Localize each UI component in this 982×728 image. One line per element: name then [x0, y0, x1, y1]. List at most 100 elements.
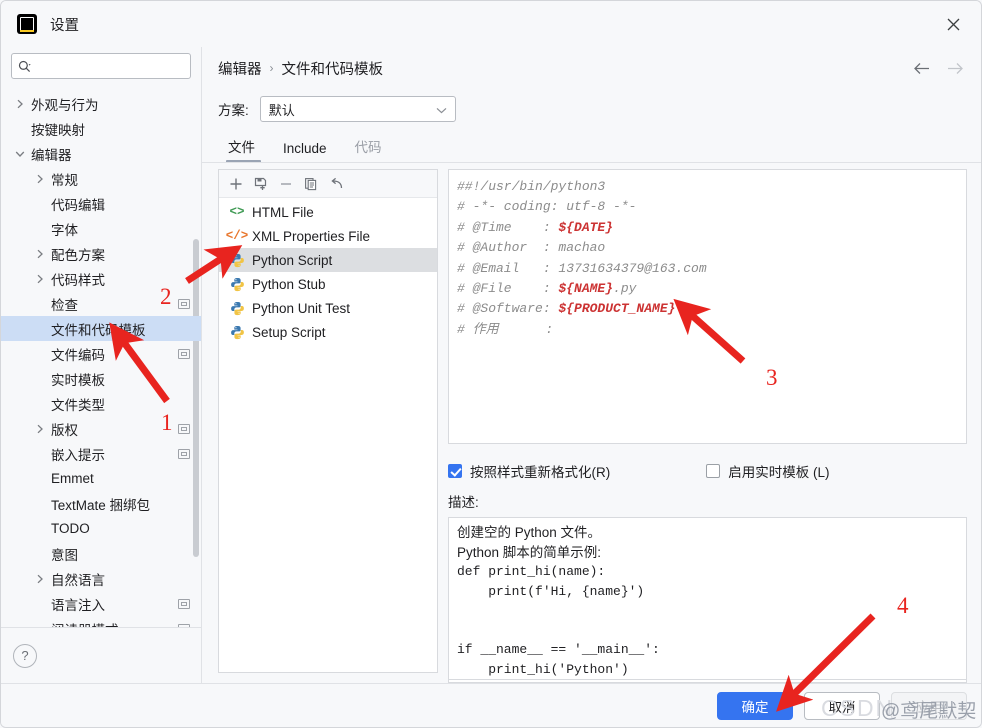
ok-button[interactable]: 确定 — [717, 691, 793, 720]
search-input[interactable] — [34, 58, 184, 74]
template-item-2[interactable]: Python Script — [219, 248, 437, 272]
tab-0[interactable]: 文件 — [218, 136, 269, 163]
template-item-0[interactable]: <> HTML File — [219, 200, 437, 224]
sidebar-item-7[interactable]: 代码样式 — [1, 266, 201, 291]
copy-setting-icon[interactable] — [178, 623, 190, 627]
sidebar-item-13[interactable]: 版权 — [1, 416, 201, 441]
sidebar-item-2[interactable]: 编辑器 — [1, 141, 201, 166]
description-line-5 — [457, 621, 956, 641]
sidebar-item-14[interactable]: 嵌入提示 — [1, 441, 201, 466]
copy-setting-icon[interactable] — [178, 348, 190, 359]
copy-setting-icon[interactable] — [178, 298, 190, 309]
sidebar-item-4[interactable]: 代码编辑 — [1, 191, 201, 216]
description-line-2: def print_hi(name): — [457, 564, 606, 579]
chevron-right-icon[interactable] — [33, 274, 47, 284]
sidebar-item-8[interactable]: 检查 — [1, 291, 201, 316]
dialog-content: 外观与行为 按键映射 编辑器 常规 代码编辑 字体 配色方案 代码样式 检查 文件和代码模板 文件编… — [1, 47, 981, 683]
close-icon[interactable] — [939, 10, 967, 38]
sidebar-item-5[interactable]: 字体 — [1, 216, 201, 241]
arrow-right-icon[interactable] — [943, 56, 967, 80]
list-editor-divider[interactable] — [438, 169, 448, 683]
chevron-right-icon[interactable] — [33, 174, 47, 184]
scheme-label: 方案: — [218, 103, 249, 118]
template-list[interactable]: <> HTML File </> XML Properties File Python … — [219, 198, 437, 672]
sidebar-item-label: 检查 — [51, 297, 78, 313]
sidebar-item-12[interactable]: 文件类型 — [1, 391, 201, 416]
editor-line-7: # 作用 : — [457, 320, 956, 340]
chevron-right-icon[interactable] — [33, 249, 47, 259]
sidebar-item-21[interactable]: 阅读器模式 — [1, 616, 201, 627]
sidebar-item-1[interactable]: 按键映射 — [1, 116, 201, 141]
template-item-label: Setup Script — [252, 324, 326, 340]
breadcrumb-parent[interactable]: 编辑器 — [218, 58, 262, 79]
chevron-down-icon[interactable] — [13, 150, 27, 158]
remove-template-button[interactable] — [275, 173, 297, 194]
template-list-toolbar — [219, 170, 437, 198]
html-icon: <> — [229, 205, 245, 219]
template-item-label: XML Properties File — [252, 228, 371, 244]
search-container — [1, 47, 201, 89]
editor-line-6: # @Software: ${PRODUCT_NAME} — [457, 299, 956, 319]
sidebar-item-label: 字体 — [51, 222, 78, 238]
breadcrumb-separator: › — [269, 61, 274, 75]
chevron-right-icon[interactable] — [33, 574, 47, 584]
chevron-right-icon[interactable] — [33, 424, 47, 434]
chevron-right-icon[interactable] — [13, 99, 27, 109]
editor-text: # @Software: — [457, 301, 559, 317]
search-box[interactable] — [11, 53, 191, 79]
reformat-checkbox[interactable]: 按照样式重新格式化(R) — [448, 461, 610, 481]
template-tabs[interactable]: 文件 Include 代码 — [202, 129, 981, 163]
sidebar-item-16[interactable]: TextMate 捆绑包 — [1, 491, 201, 516]
description-line-1: Python 脚本的简单示例: — [457, 544, 602, 560]
python-icon — [229, 324, 245, 340]
sidebar-item-19[interactable]: 自然语言 — [1, 566, 201, 591]
sidebar-item-11[interactable]: 实时模板 — [1, 366, 201, 391]
editor-line-5: # @File : ${NAME}.py — [457, 279, 956, 299]
sidebar-item-3[interactable]: 常规 — [1, 166, 201, 191]
sidebar-item-label: 文件编码 — [51, 347, 105, 363]
editor-column: ##!/usr/bin/python3 # -*- coding: utf-8 -… — [448, 169, 969, 683]
save-as-template-button[interactable] — [250, 173, 272, 194]
copy-setting-icon[interactable] — [178, 598, 190, 609]
sidebar-item-15[interactable]: Emmet — [1, 466, 201, 491]
add-template-button[interactable] — [225, 173, 247, 194]
sidebar-item-0[interactable]: 外观与行为 — [1, 91, 201, 116]
template-editor[interactable]: ##!/usr/bin/python3 # -*- coding: utf-8 -… — [448, 169, 967, 444]
panes: <> HTML File </> XML Properties File Python … — [202, 163, 981, 683]
help-button[interactable]: ? — [13, 643, 37, 668]
live-templates-checkbox[interactable]: 启用实时模板 (L) — [706, 461, 830, 481]
reset-template-button[interactable] — [325, 173, 347, 194]
sidebar-item-label: TextMate 捆绑包 — [51, 497, 151, 513]
sidebar-item-label: 文件类型 — [51, 397, 105, 413]
template-item-1[interactable]: </> XML Properties File — [219, 224, 437, 248]
template-item-4[interactable]: Python Unit Test — [219, 296, 437, 320]
settings-tree[interactable]: 外观与行为 按键映射 编辑器 常规 代码编辑字体配色方案 代码样式检查文件和代码模板文件编… — [1, 89, 201, 627]
template-item-5[interactable]: Setup Script — [219, 320, 437, 344]
breadcrumb-row: 编辑器 › 文件和代码模板 — [202, 47, 981, 89]
editor-text: # @Email : 13731634379@163.com — [457, 260, 707, 276]
description-line-3: print(f'Hi, {name}') — [457, 583, 645, 599]
copy-setting-icon[interactable] — [178, 423, 190, 434]
description-line-6: if __name__ == '__main__': — [457, 642, 660, 657]
tab-2[interactable]: 代码 — [341, 136, 396, 163]
editor-line-1: # -*- coding: utf-8 -*- — [457, 197, 956, 217]
settings-sidebar: 外观与行为 按键映射 编辑器 常规 代码编辑字体配色方案 代码样式检查文件和代码模板文件编… — [1, 47, 201, 683]
tab-1[interactable]: Include — [269, 141, 341, 163]
copy-setting-icon[interactable] — [178, 448, 190, 459]
cancel-button[interactable]: 取消 — [804, 691, 880, 720]
sidebar-item-9[interactable]: 文件和代码模板 — [1, 316, 201, 341]
scheme-select[interactable]: 默认 — [259, 96, 456, 122]
sidebar-item-17[interactable]: TODO — [1, 516, 201, 541]
scheme-value: 默认 — [268, 102, 295, 118]
template-item-3[interactable]: Python Stub — [219, 272, 437, 296]
arrow-left-icon[interactable] — [909, 56, 933, 80]
editor-text: # @File : — [457, 281, 559, 297]
sidebar-item-20[interactable]: 语言注入 — [1, 591, 201, 616]
copy-template-button[interactable] — [300, 173, 322, 194]
sidebar-item-6[interactable]: 配色方案 — [1, 241, 201, 266]
apply-button[interactable]: 应用 — [891, 691, 967, 720]
sidebar-item-label: 自然语言 — [51, 572, 105, 588]
sidebar-item-10[interactable]: 文件编码 — [1, 341, 201, 366]
sidebar-item-18[interactable]: 意图 — [1, 541, 201, 566]
python-icon — [229, 300, 245, 316]
